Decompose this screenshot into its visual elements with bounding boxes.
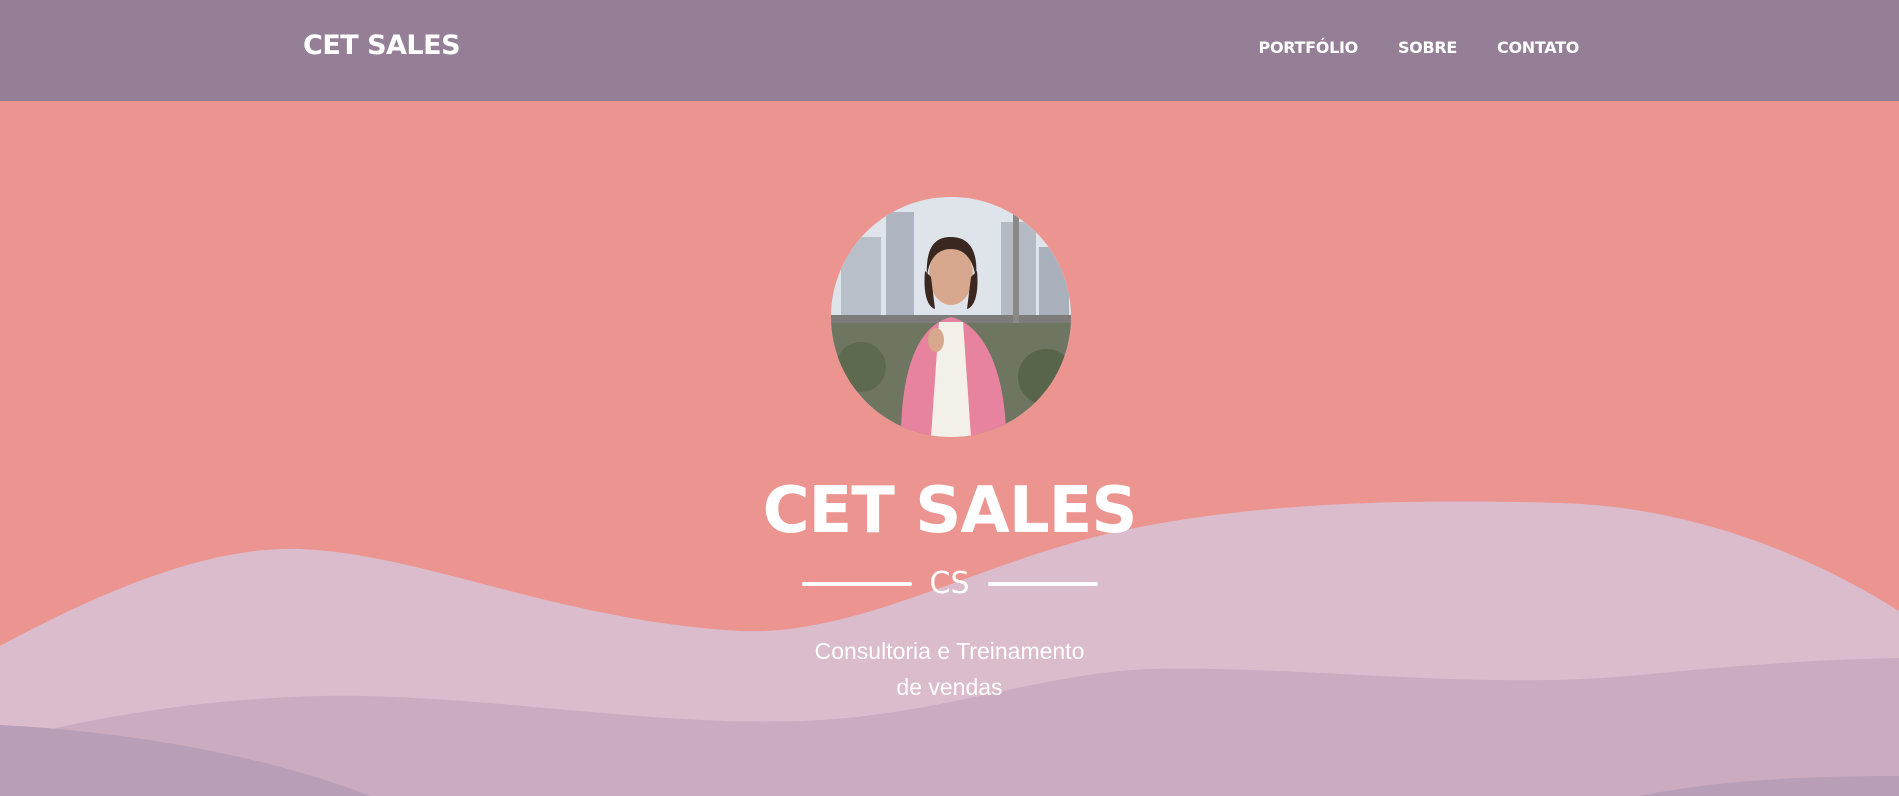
subtitle-line-1: Consultoria e Treinamento <box>814 638 1085 664</box>
nav-menu: PORTFÓLIO SOBRE CONTATO <box>1259 38 1580 57</box>
divider-monogram: CS <box>929 566 970 601</box>
nav-link-contato[interactable]: CONTATO <box>1497 38 1579 57</box>
profile-avatar <box>831 197 1071 437</box>
navbar: CET SALES PORTFÓLIO SOBRE CONTATO <box>0 0 1899 101</box>
divider: CS <box>0 566 1899 602</box>
hero-title: CET SALES <box>762 474 1138 548</box>
brand-logo[interactable]: CET SALES <box>303 30 461 61</box>
nav-link-portfolio[interactable]: PORTFÓLIO <box>1259 38 1359 57</box>
profile-photo-icon <box>831 197 1071 437</box>
divider-line-left <box>801 582 912 586</box>
hero-subtitle: Consultoria e Treinamento de vendas <box>0 633 1899 705</box>
subtitle-line-2: de vendas <box>896 674 1003 700</box>
nav-link-sobre[interactable]: SOBRE <box>1398 38 1457 57</box>
divider-line-right <box>987 582 1098 586</box>
hero-section: CET SALES CS Consultoria e Treinamento d… <box>0 101 1899 796</box>
